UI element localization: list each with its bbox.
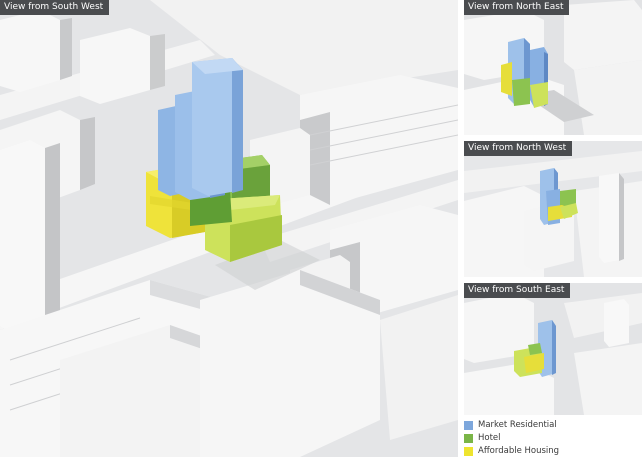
view-label-south-east: View from South East [464, 283, 571, 298]
main-view-render [0, 0, 458, 457]
legend-swatch [464, 420, 473, 430]
legend: Market Residential Hotel Affordable Hous… [464, 419, 634, 458]
main-view-panel: View from South West [0, 0, 458, 457]
figure-frame: View from South West View from North Eas… [0, 0, 642, 457]
south-east-view-panel: View from South East [464, 283, 642, 415]
view-label-north-east: View from North East [464, 0, 570, 15]
legend-item-hotel: Hotel [464, 432, 634, 444]
view-label-north-west: View from North West [464, 141, 573, 156]
view-label-south-west: View from South West [0, 0, 110, 15]
legend-label: Market Residential [478, 420, 557, 430]
legend-swatch [464, 433, 473, 443]
legend-item-affordable-housing: Affordable Housing [464, 445, 634, 457]
legend-swatch [464, 446, 473, 456]
north-west-view-render [464, 141, 642, 277]
north-west-view-panel: View from North West [464, 141, 642, 277]
south-east-view-render [464, 283, 642, 415]
north-east-view-panel: View from North East [464, 0, 642, 135]
legend-label: Hotel [478, 433, 501, 443]
north-east-view-render [464, 0, 642, 135]
legend-item-market-residential: Market Residential [464, 419, 634, 431]
legend-label: Affordable Housing [478, 446, 560, 456]
